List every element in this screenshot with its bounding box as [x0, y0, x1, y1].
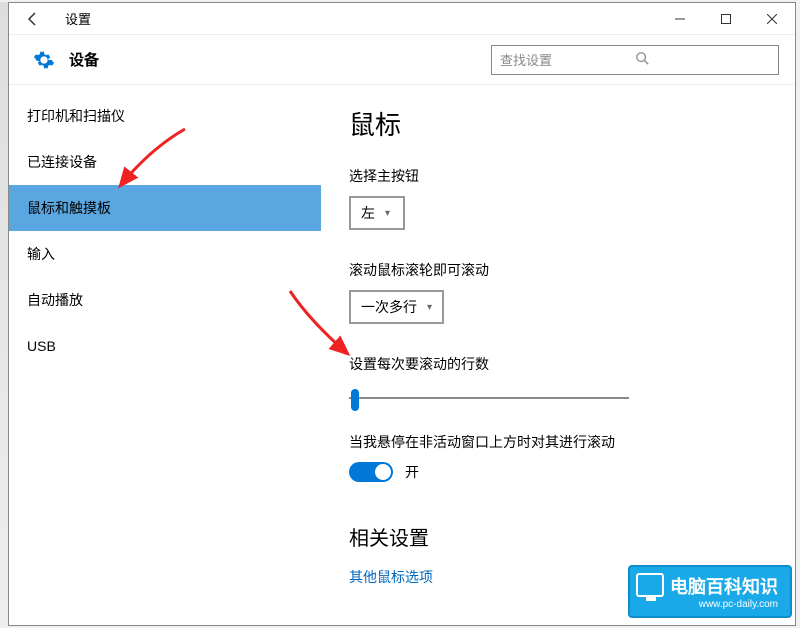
- settings-window: 设置 设备 查找设置 打印机和扫描仪 已连接设备: [8, 2, 796, 626]
- sidebar-item-label: USB: [27, 338, 56, 354]
- search-placeholder: 查找设置: [500, 50, 635, 69]
- back-arrow-icon: [25, 11, 41, 27]
- sidebar-item-label: 打印机和扫描仪: [27, 106, 125, 126]
- chevron-down-icon: ▾: [427, 302, 432, 313]
- header-title: 设备: [69, 49, 99, 70]
- related-heading: 相关设置: [349, 522, 767, 551]
- sidebar: 打印机和扫描仪 已连接设备 鼠标和触摸板 输入 自动播放 USB: [9, 85, 321, 625]
- slider-track: [349, 397, 629, 399]
- page-heading: 鼠标: [349, 105, 767, 142]
- gear-icon: [33, 49, 55, 71]
- maximize-button[interactable]: [703, 3, 749, 35]
- sidebar-item-label: 自动播放: [27, 290, 83, 310]
- sidebar-item-label: 鼠标和触摸板: [27, 198, 111, 218]
- minimize-button[interactable]: [657, 3, 703, 35]
- hover-scroll-label: 当我悬停在非活动窗口上方时对其进行滚动: [349, 432, 767, 452]
- chevron-down-icon: ▾: [385, 208, 390, 219]
- watermark-url: www.pc-daily.com: [670, 599, 778, 610]
- lines-label: 设置每次要滚动的行数: [349, 354, 767, 374]
- search-input[interactable]: 查找设置: [491, 45, 779, 75]
- scroll-mode-select[interactable]: 一次多行 ▾: [349, 290, 444, 324]
- sidebar-item-autoplay[interactable]: 自动播放: [9, 277, 321, 323]
- sidebar-item-label: 已连接设备: [27, 152, 97, 172]
- sidebar-item-printers[interactable]: 打印机和扫描仪: [9, 93, 321, 139]
- primary-button-select[interactable]: 左 ▾: [349, 196, 405, 230]
- background-sliver: [0, 2, 8, 626]
- sidebar-item-mouse[interactable]: 鼠标和触摸板: [9, 185, 321, 231]
- content-panel: 鼠标 选择主按钮 左 ▾ 滚动鼠标滚轮即可滚动 一次多行 ▾ 设置每次要滚动的行…: [321, 85, 795, 625]
- titlebar: 设置: [9, 3, 795, 35]
- sidebar-item-connected[interactable]: 已连接设备: [9, 139, 321, 185]
- window-controls: [657, 3, 795, 35]
- search-icon: [635, 51, 770, 68]
- body: 打印机和扫描仪 已连接设备 鼠标和触摸板 输入 自动播放 USB 鼠标 选择主按…: [9, 85, 795, 625]
- hover-toggle-row: 开: [349, 462, 767, 482]
- hover-toggle[interactable]: [349, 462, 393, 482]
- lines-slider[interactable]: [349, 388, 629, 408]
- maximize-icon: [721, 14, 731, 24]
- sidebar-item-usb[interactable]: USB: [9, 323, 321, 369]
- watermark-brand: 电脑百科知识: [670, 577, 778, 597]
- select-value: 一次多行: [361, 297, 417, 317]
- select-value: 左: [361, 203, 375, 223]
- close-icon: [767, 14, 777, 24]
- watermark-badge: 电脑百科知识 www.pc-daily.com: [628, 565, 792, 618]
- slider-thumb[interactable]: [351, 389, 359, 411]
- window-title: 设置: [65, 9, 91, 28]
- toggle-knob: [375, 464, 391, 480]
- close-button[interactable]: [749, 3, 795, 35]
- sidebar-item-typing[interactable]: 输入: [9, 231, 321, 277]
- header-row: 设备 查找设置: [9, 35, 795, 85]
- sidebar-item-label: 输入: [27, 244, 55, 264]
- toggle-state-label: 开: [405, 462, 419, 482]
- primary-button-label: 选择主按钮: [349, 166, 767, 186]
- minimize-icon: [675, 14, 685, 24]
- scroll-mode-label: 滚动鼠标滚轮即可滚动: [349, 260, 767, 280]
- back-button[interactable]: [9, 3, 57, 35]
- monitor-icon: [636, 573, 664, 597]
